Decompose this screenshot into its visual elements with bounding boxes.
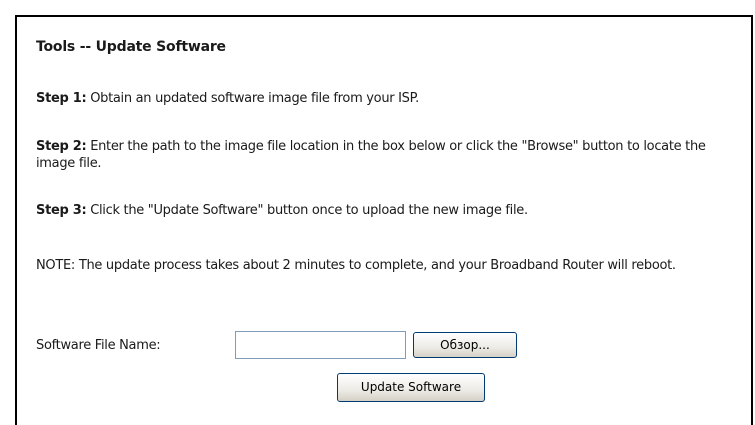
step-3-label: Step 3: (36, 203, 87, 218)
step-3-text: Click the "Update Software" button once … (86, 203, 528, 218)
main-frame: Tools -- Update Software Step 1: Obtain … (15, 15, 753, 425)
step-1: Step 1: Obtain an updated software image… (36, 90, 736, 107)
step-2-text: Enter the path to the image file locatio… (36, 139, 706, 171)
browse-button[interactable]: Обзор... (413, 332, 517, 358)
step-2-label: Step 2: (36, 139, 87, 154)
step-1-label: Step 1: (36, 91, 87, 106)
update-software-button[interactable]: Update Software (337, 373, 485, 402)
step-1-text: Obtain an updated software image file fr… (86, 91, 419, 106)
step-2: Step 2: Enter the path to the image file… (36, 138, 736, 172)
note-text: NOTE: The update process takes about 2 m… (36, 258, 676, 273)
file-row: Software File Name: Обзор... (36, 331, 736, 359)
step-3: Step 3: Click the "Update Software" butt… (36, 202, 736, 219)
file-name-input[interactable] (235, 331, 406, 359)
file-name-label: Software File Name: (36, 338, 161, 353)
page-title: Tools -- Update Software (36, 39, 226, 55)
